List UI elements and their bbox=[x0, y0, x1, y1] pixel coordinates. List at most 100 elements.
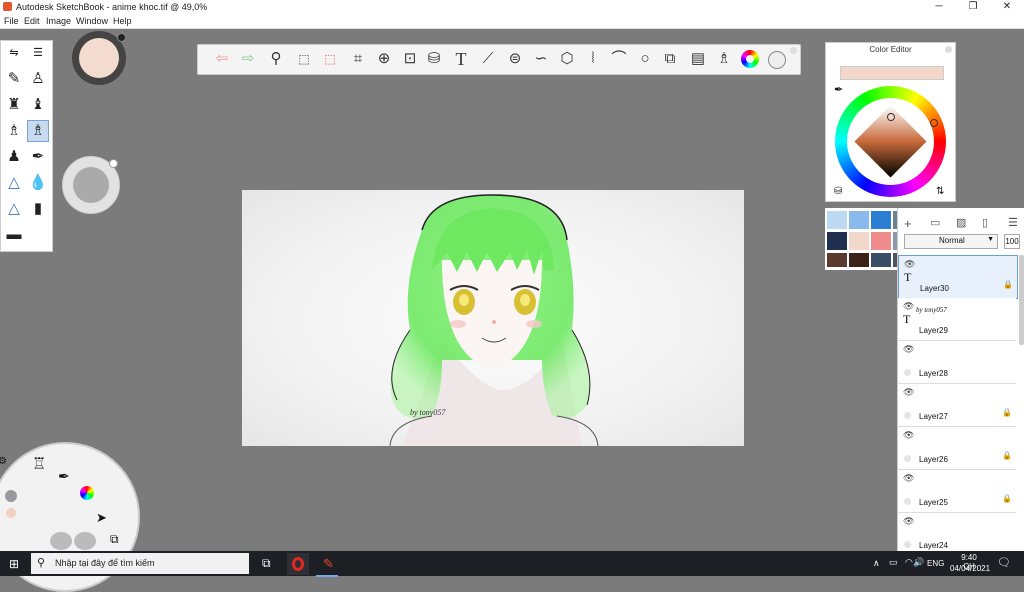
maximize-button[interactable]: ❐ bbox=[956, 0, 990, 14]
eye-icon[interactable]: 👁 bbox=[903, 516, 914, 527]
brush-palette-lagoon-icon[interactable]: ♖ bbox=[32, 454, 46, 474]
symmetry-icon[interactable]: ⦚ bbox=[583, 49, 603, 69]
airbrush-brush-icon[interactable]: ♗ bbox=[27, 120, 49, 142]
lock-icon[interactable]: 🔒 bbox=[1003, 280, 1013, 289]
eye-icon[interactable]: 👁 bbox=[903, 473, 914, 484]
layers-lagoon-icon[interactable]: ⧉ bbox=[110, 532, 119, 547]
color-puck[interactable] bbox=[72, 31, 126, 85]
ellipse-guide-icon[interactable]: ⊜ bbox=[505, 49, 525, 69]
brush-puck[interactable] bbox=[62, 156, 120, 214]
toolbar-close-icon[interactable] bbox=[790, 47, 797, 54]
brush-palette-menu-icon[interactable]: ☰ bbox=[28, 43, 48, 63]
palette-swatch[interactable] bbox=[827, 211, 847, 229]
text-icon[interactable]: T bbox=[451, 49, 471, 69]
bucket-icon[interactable]: ⛁ bbox=[424, 49, 444, 69]
triangle-brush-icon[interactable]: △ bbox=[4, 173, 24, 193]
add-layer-icon[interactable]: + bbox=[904, 216, 912, 231]
chevron-up-icon[interactable]: ∧ bbox=[873, 558, 880, 569]
eraser-brush-icon[interactable]: ▮ bbox=[28, 199, 48, 219]
circle-icon[interactable]: ○ bbox=[635, 49, 655, 69]
color-lagoon-icon[interactable] bbox=[80, 486, 94, 500]
eyedropper-icon[interactable]: ✒ bbox=[834, 83, 843, 96]
color-picker-handle[interactable] bbox=[887, 113, 895, 121]
color-editor-icon[interactable] bbox=[766, 49, 786, 69]
hue-handle[interactable] bbox=[930, 119, 938, 127]
menu-image[interactable]: Image bbox=[46, 16, 71, 26]
undo-lagoon-icon[interactable] bbox=[50, 532, 72, 550]
task-view-icon[interactable]: ⧉ bbox=[262, 556, 271, 571]
add-image-icon[interactable]: ▨ bbox=[956, 216, 966, 229]
palette-swatch[interactable] bbox=[871, 211, 891, 229]
color-mode-icon[interactable]: ⛁ bbox=[834, 186, 842, 197]
palette-swatch[interactable] bbox=[871, 232, 891, 250]
ballpoint-brush-icon[interactable]: ♙ bbox=[28, 69, 48, 89]
puck-close-icon[interactable] bbox=[117, 33, 126, 42]
undo-icon[interactable]: ⇦ bbox=[212, 49, 232, 69]
eye-icon[interactable]: 👁 bbox=[903, 430, 914, 441]
color-wheel-icon[interactable] bbox=[740, 49, 760, 69]
palette-swatch[interactable] bbox=[871, 253, 891, 267]
wifi-icon[interactable]: ◠ bbox=[905, 557, 913, 568]
redo-lagoon-icon[interactable] bbox=[74, 532, 96, 550]
fountain-pen-brush-icon[interactable]: ✒ bbox=[28, 147, 48, 167]
lock-icon[interactable]: 🔒 bbox=[1002, 451, 1012, 460]
pen-lagoon-icon[interactable]: ✒ bbox=[58, 468, 70, 485]
layer-row[interactable]: 👁 T by tony057 Layer29 bbox=[898, 298, 1016, 341]
network-icon[interactable]: ▭ bbox=[889, 557, 898, 568]
palette-swatch[interactable] bbox=[827, 232, 847, 250]
color-editor-close-icon[interactable] bbox=[945, 46, 952, 53]
drawing-canvas[interactable]: by tony057 bbox=[242, 190, 744, 446]
add-group-icon[interactable]: ▭ bbox=[930, 216, 940, 229]
windows-start-icon[interactable]: ⊞ bbox=[9, 557, 19, 571]
layer-row[interactable]: 👁 Layer24 bbox=[898, 513, 1016, 551]
brush-palette-collapse-icon[interactable]: ⇋ bbox=[4, 43, 24, 63]
menu-edit[interactable]: Edit bbox=[24, 16, 40, 26]
eye-icon[interactable]: 👁 bbox=[903, 301, 914, 312]
notification-icon[interactable]: 🗨 bbox=[997, 556, 1011, 569]
copic-icon[interactable]: ▤ bbox=[688, 49, 708, 69]
stroke-icon[interactable]: ⌒ bbox=[609, 49, 629, 69]
close-button[interactable]: ✕ bbox=[990, 0, 1024, 14]
chisel-brush-icon[interactable]: ♝ bbox=[28, 95, 48, 115]
perspective-icon[interactable]: ⬡ bbox=[557, 49, 577, 69]
menu-file[interactable]: File bbox=[4, 16, 19, 26]
layer-scrollbar[interactable] bbox=[1019, 255, 1024, 345]
eye-icon[interactable]: 👁 bbox=[903, 344, 914, 355]
hard-eraser-brush-icon[interactable]: ▬ bbox=[4, 225, 24, 245]
pencil-brush-icon[interactable]: ✎ bbox=[4, 69, 24, 89]
select-lagoon-icon[interactable]: ➤ bbox=[96, 510, 107, 526]
layer-row[interactable]: 👁 Layer28 bbox=[898, 341, 1016, 384]
french-curve-icon[interactable]: ∽ bbox=[531, 49, 551, 69]
ink-pen-brush-icon[interactable]: ♟ bbox=[4, 147, 24, 167]
smear-brush-icon[interactable]: △ bbox=[4, 199, 24, 219]
eye-icon[interactable]: 👁 bbox=[903, 387, 914, 398]
palette-swatch[interactable] bbox=[827, 253, 847, 267]
distort-icon[interactable]: ⊕ bbox=[374, 49, 394, 69]
palette-swatch[interactable] bbox=[849, 232, 869, 250]
palette-swatch[interactable] bbox=[849, 253, 869, 267]
rect-select-icon[interactable]: ⊡ bbox=[400, 49, 420, 69]
redo-icon[interactable]: ⇨ bbox=[238, 49, 258, 69]
blend-mode-select[interactable]: Normal ▼ bbox=[904, 234, 998, 249]
ruler-icon[interactable]: ⟋ bbox=[478, 49, 498, 69]
opacity-field[interactable]: 100 bbox=[1004, 234, 1020, 249]
layer-row[interactable]: 👁 T Layer30 🔒 bbox=[898, 255, 1018, 299]
crop-icon[interactable]: ⌗ bbox=[348, 49, 368, 69]
layer-row[interactable]: 👁 Layer25 🔒 bbox=[898, 470, 1016, 513]
transform-icon[interactable]: ⬚ bbox=[320, 49, 340, 69]
paintbrush-brush-icon[interactable]: ♗ bbox=[4, 121, 24, 141]
opera-taskbar-button[interactable] bbox=[287, 553, 309, 575]
zoom-icon[interactable]: ⚲ bbox=[266, 49, 286, 69]
language-indicator[interactable]: ENG bbox=[927, 559, 944, 568]
menu-window[interactable]: Window bbox=[76, 16, 108, 26]
brush-library-icon[interactable]: ♗ bbox=[714, 49, 734, 69]
puck-close-icon[interactable] bbox=[109, 159, 118, 168]
select-icon[interactable]: ⬚ bbox=[294, 49, 314, 69]
volume-icon[interactable]: 🔊 bbox=[913, 557, 924, 568]
lock-icon[interactable]: 🔒 bbox=[1002, 494, 1012, 503]
menu-help[interactable]: Help bbox=[113, 16, 132, 26]
marker-brush-icon[interactable]: ♜ bbox=[4, 95, 24, 115]
gear-icon[interactable]: ⚙ bbox=[0, 456, 7, 467]
minimize-button[interactable]: ─ bbox=[922, 0, 956, 14]
lock-icon[interactable]: 🔒 bbox=[1002, 408, 1012, 417]
